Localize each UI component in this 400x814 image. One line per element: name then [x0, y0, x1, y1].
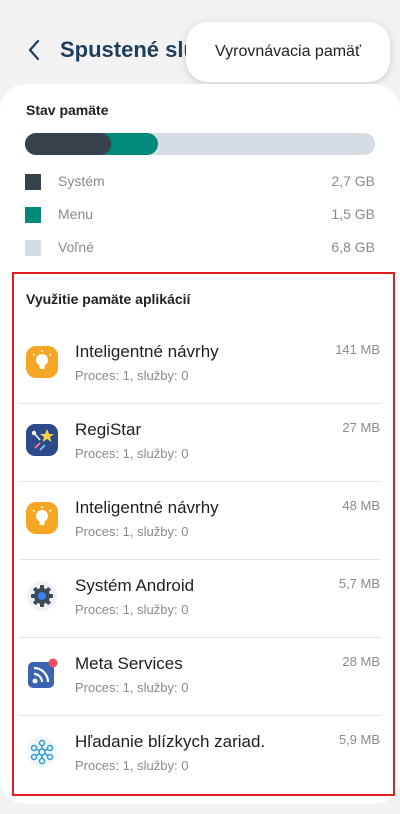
app-memory-size: 28 MB: [342, 654, 380, 669]
app-row-smart-suggestions-1[interactable]: Inteligentné návrhy Proces: 1, služby: 0…: [20, 326, 380, 404]
memory-bar-system-segment: [25, 133, 111, 155]
legend-swatch-system: [25, 174, 41, 190]
legend-label-menu: Menu: [58, 206, 94, 222]
app-name: Hľadanie blízkych zariad.: [75, 732, 266, 751]
gear-icon: [27, 581, 57, 611]
app-row-registar[interactable]: RegiStar Proces: 1, služby: 0 27 MB: [20, 404, 380, 482]
lightbulb-icon: [26, 502, 58, 534]
legend-size-menu: 1,5 GB: [331, 206, 375, 222]
memory-status-title: Stav pamäte: [26, 102, 109, 118]
nearby-devices-icon: [27, 737, 57, 767]
legend-label-free: Voľné: [58, 239, 95, 255]
legend-row-menu: Menu 1,5 GB: [25, 205, 375, 225]
app-name: RegiStar: [75, 420, 142, 439]
app-process-info: Proces: 1, služby: 0: [75, 524, 189, 539]
app-memory-size: 141 MB: [335, 342, 380, 357]
app-memory-size: 27 MB: [342, 420, 380, 435]
legend-row-free: Voľné 6,8 GB: [25, 238, 375, 258]
memory-usage-bar: [25, 133, 375, 155]
app-row-nearby-devices[interactable]: Hľadanie blízkych zariad. Proces: 1, slu…: [20, 716, 380, 794]
lightbulb-icon: [26, 346, 58, 378]
app-memory-size: 5,9 MB: [338, 732, 380, 747]
legend-label-system: Systém: [58, 173, 105, 189]
app-process-info: Proces: 1, služby: 0: [75, 680, 189, 695]
app-memory-title: Využitie pamäte aplikácií: [26, 291, 191, 307]
app-memory-size: 48 MB: [342, 498, 380, 513]
app-row-smart-suggestions-2[interactable]: Inteligentné návrhy Proces: 1, služby: 0…: [20, 482, 380, 560]
app-name: Systém Android: [75, 576, 195, 595]
app-name: Meta Services: [75, 654, 183, 673]
app-name: Inteligentné návrhy: [75, 342, 219, 361]
back-arrow-icon: [28, 39, 40, 61]
app-process-info: Proces: 1, služby: 0: [75, 446, 189, 461]
clear-cache-menu-item[interactable]: Vyrovnávacia pamäť: [186, 22, 390, 82]
registar-icon: [26, 424, 58, 456]
legend-size-free: 6,8 GB: [331, 239, 375, 255]
legend-swatch-free: [25, 240, 41, 256]
app-process-info: Proces: 1, služby: 0: [75, 602, 189, 617]
app-process-info: Proces: 1, služby: 0: [75, 368, 189, 383]
legend-swatch-menu: [25, 207, 41, 223]
back-button[interactable]: [20, 36, 48, 64]
legend-size-system: 2,7 GB: [331, 173, 375, 189]
app-row-meta-services[interactable]: Meta Services Proces: 1, služby: 0 28 MB: [20, 638, 380, 716]
legend-row-system: Systém 2,7 GB: [25, 172, 375, 192]
meta-services-icon: [28, 658, 58, 688]
app-row-android-system[interactable]: Systém Android Proces: 1, služby: 0 5,7 …: [20, 560, 380, 638]
app-memory-size: 5,7 MB: [338, 576, 380, 591]
app-process-info: Proces: 1, služby: 0: [75, 758, 189, 773]
app-name: Inteligentné návrhy: [75, 498, 219, 517]
